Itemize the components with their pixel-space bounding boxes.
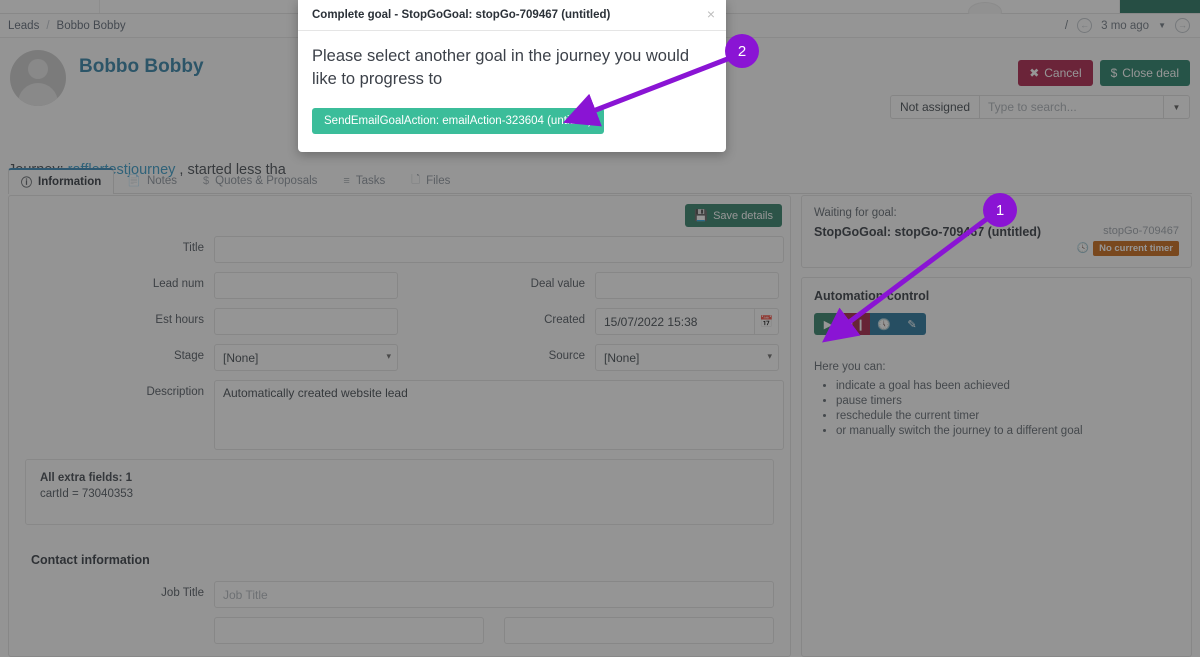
modal-body: Please select another goal in the journe…: [298, 31, 726, 152]
annotation-marker-1-label: 1: [995, 201, 1005, 219]
select-goal-button[interactable]: SendEmailGoalAction: emailAction-323604 …: [312, 108, 604, 135]
complete-goal-modal: Complete goal - StopGoGoal: stopGo-70946…: [298, 0, 726, 153]
annotation-marker-2: 2: [725, 34, 759, 68]
modal-title: Complete goal - StopGoGoal: stopGo-70946…: [312, 9, 611, 21]
annotation-marker-2-label: 2: [737, 42, 747, 60]
close-icon[interactable]: ×: [707, 7, 715, 21]
annotation-marker-1: 1: [983, 193, 1017, 227]
modal-message: Please select another goal in the journe…: [312, 47, 689, 89]
modal-header: Complete goal - StopGoGoal: stopGo-70946…: [298, 0, 726, 31]
